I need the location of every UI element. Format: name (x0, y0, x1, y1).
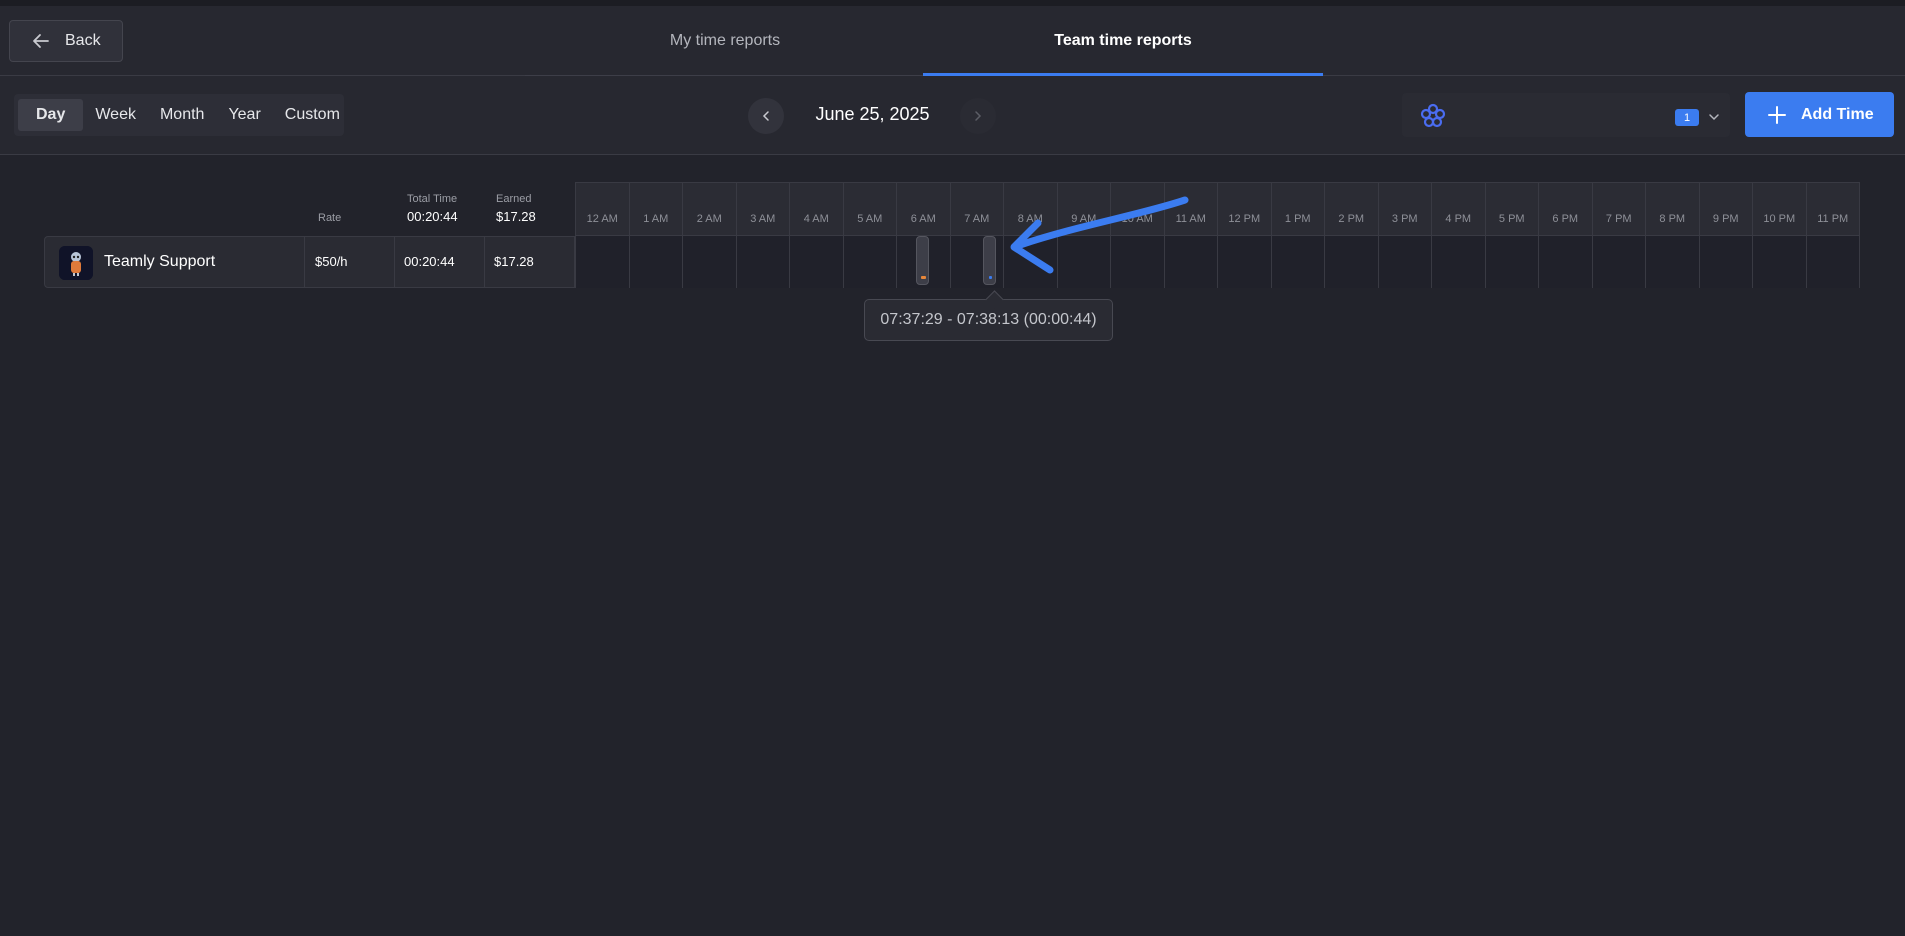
selected-count-badge: 1 (1675, 109, 1699, 126)
member-name: Teamly Support (104, 253, 216, 270)
hour-cell[interactable] (1539, 236, 1593, 288)
hour-header: 12 AM (576, 183, 630, 235)
hour-header: 12 PM (1218, 183, 1272, 235)
total-time-summary: 00:20:44 (407, 209, 458, 224)
hour-cell[interactable] (1325, 236, 1379, 288)
next-date-button[interactable] (960, 98, 996, 134)
hour-header: 4 AM (790, 183, 844, 235)
tab-label: My time reports (669, 31, 781, 49)
period-week[interactable]: Week (83, 99, 148, 131)
cell-divider (304, 237, 305, 287)
arrow-left-icon (33, 34, 49, 48)
hour-cell[interactable] (576, 236, 630, 288)
chevron-right-icon (975, 111, 982, 121)
hour-header: 6 AM (897, 183, 951, 235)
period-year[interactable]: Year (216, 99, 272, 131)
period-custom[interactable]: Custom (273, 99, 352, 131)
back-label: Back (65, 32, 101, 49)
hour-header: 5 AM (843, 183, 897, 235)
hour-cell[interactable] (1646, 236, 1700, 288)
cell-divider (484, 237, 485, 287)
timeline-grid: 12 AM 1 AM 2 AM 3 AM 4 AM 5 AM 6 AM 7 AM 8 AM 9 A… (575, 182, 1860, 288)
hour-cell[interactable] (1699, 236, 1753, 288)
period-month[interactable]: Month (148, 99, 216, 131)
hour-cell[interactable] (1753, 236, 1807, 288)
hour-header: 9 PM (1699, 183, 1753, 235)
current-date: June 25, 2025 (815, 104, 930, 124)
hour-header: 7 PM (1592, 183, 1646, 235)
hour-header: 5 PM (1485, 183, 1539, 235)
hour-cell[interactable] (1111, 236, 1165, 288)
hour-header: 3 AM (736, 183, 790, 235)
tab-team-time-reports[interactable]: Team time reports (923, 6, 1323, 76)
hour-cell[interactable] (683, 236, 737, 288)
tooltip-text: 07:37:29 - 07:38:13 (00:00:44) (880, 311, 1097, 328)
hour-cell[interactable] (1218, 236, 1272, 288)
hour-header: 6 PM (1539, 183, 1593, 235)
team-filter-select[interactable]: 1 (1402, 93, 1730, 137)
time-entry-7am[interactable] (983, 236, 996, 285)
hour-cell[interactable] (1271, 236, 1325, 288)
member-earned: $17.28 (494, 254, 534, 269)
entry-marker (989, 276, 992, 279)
hour-header: 8 PM (1646, 183, 1700, 235)
hour-header: 4 PM (1432, 183, 1486, 235)
cell-divider (394, 237, 395, 287)
time-entry-tooltip: 07:37:29 - 07:38:13 (00:00:44) (864, 299, 1113, 341)
hour-cell[interactable] (790, 236, 844, 288)
hour-cell[interactable] (1592, 236, 1646, 288)
hour-header: 11 AM (1164, 183, 1218, 235)
header: Back My time reports Team time reports (0, 6, 1905, 76)
time-entry-6am[interactable] (916, 236, 929, 285)
hour-cell[interactable] (1485, 236, 1539, 288)
member-rate: $50/h (315, 254, 348, 269)
team-flower-icon (1420, 103, 1446, 128)
entry-marker (921, 276, 926, 279)
tab-label: Team time reports (1054, 31, 1192, 49)
robot-avatar-icon (59, 246, 93, 280)
hour-header: 8 AM (1004, 183, 1058, 235)
period-day[interactable]: Day (18, 99, 84, 131)
member-total-time: 00:20:44 (404, 254, 455, 269)
add-time-label: Add Time (1801, 105, 1874, 123)
avatar (59, 246, 93, 280)
hour-header: 9 AM (1057, 183, 1111, 235)
chevron-left-icon (762, 111, 769, 121)
hour-cell[interactable] (843, 236, 897, 288)
hour-header: 7 AM (950, 183, 1004, 235)
period-selector: Day Week Month Year Custom (14, 94, 344, 136)
hour-header: 2 PM (1325, 183, 1379, 235)
hour-cell[interactable] (1164, 236, 1218, 288)
hour-header: 1 PM (1271, 183, 1325, 235)
add-time-button[interactable]: Add Time (1745, 92, 1894, 137)
toolbar: Day Week Month Year Custom June 25, 2025… (0, 76, 1905, 155)
earned-summary: $17.28 (496, 209, 536, 224)
rate-header: Rate (318, 212, 342, 224)
hour-cell[interactable] (1378, 236, 1432, 288)
tab-my-time-reports[interactable]: My time reports (525, 6, 925, 76)
previous-date-button[interactable] (748, 98, 784, 134)
hour-header: 11 PM (1806, 183, 1860, 235)
hour-header: 10 PM (1753, 183, 1807, 235)
hour-cell[interactable] (629, 236, 683, 288)
back-button[interactable]: Back (9, 20, 123, 62)
hour-header: 10 AM (1111, 183, 1165, 235)
hour-cell[interactable] (736, 236, 790, 288)
hour-header: 3 PM (1378, 183, 1432, 235)
total-time-header: Total Time (407, 193, 458, 205)
hour-cell[interactable] (1057, 236, 1111, 288)
earned-header: Earned (496, 193, 532, 205)
hour-header: 1 AM (629, 183, 683, 235)
plus-icon (1768, 105, 1786, 124)
hour-header: 2 AM (683, 183, 737, 235)
hour-cell[interactable] (1806, 236, 1860, 288)
chevron-down-icon (1709, 114, 1719, 121)
hour-cell[interactable] (1004, 236, 1058, 288)
hour-cell[interactable] (1432, 236, 1486, 288)
table-row[interactable]: Teamly Support $50/h 00:20:44 $17.28 (44, 236, 575, 288)
